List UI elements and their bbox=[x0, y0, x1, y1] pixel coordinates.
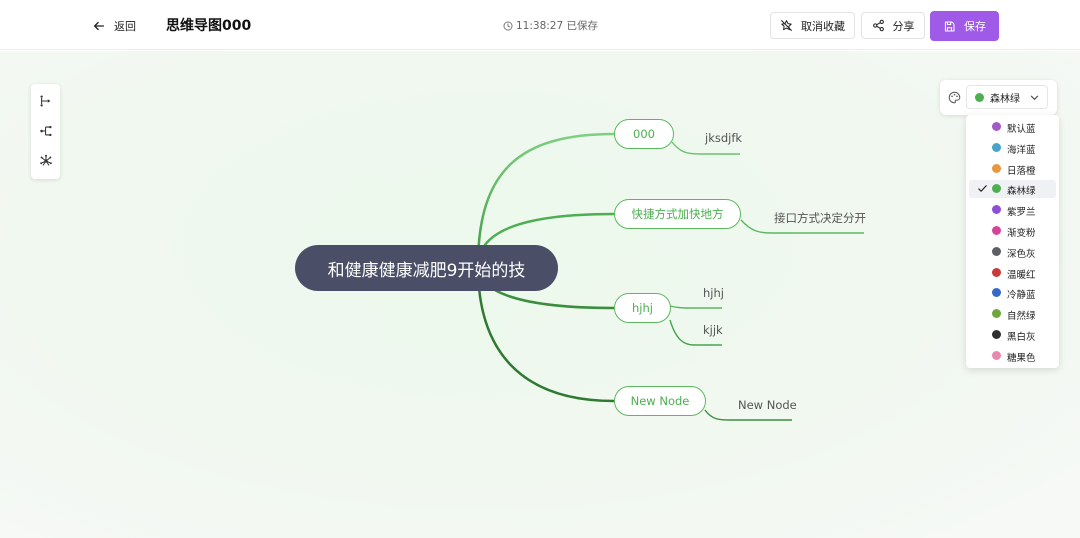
layout-radial-icon bbox=[39, 154, 52, 166]
theme-color-dot bbox=[992, 309, 1001, 319]
layout-left-button[interactable] bbox=[37, 122, 54, 139]
palette-icon bbox=[948, 91, 961, 104]
theme-option-8[interactable]: 冷静蓝 bbox=[969, 284, 1056, 302]
theme-option-6[interactable]: 深色灰 bbox=[969, 243, 1056, 261]
theme-color-dot bbox=[992, 267, 1001, 277]
theme-option-label: 日落橙 bbox=[1007, 165, 1036, 177]
branch-node-4[interactable]: New Node bbox=[614, 386, 706, 416]
theme-color-dot bbox=[992, 330, 1001, 339]
theme-option-4[interactable]: 紫罗兰 bbox=[969, 201, 1056, 219]
theme-option-label: 黑白灰 bbox=[1007, 332, 1036, 343]
root-node[interactable]: 和健康健康减肥9开始的技 bbox=[295, 245, 558, 291]
theme-color-dot bbox=[992, 163, 1001, 173]
leaf-node-2[interactable]: 接口方式决定分开 bbox=[774, 210, 866, 226]
theme-option-3[interactable]: 森林绿 bbox=[969, 180, 1056, 199]
theme-color-dot bbox=[992, 184, 1001, 194]
theme-selector: 森林绿 bbox=[940, 80, 1057, 115]
theme-options-menu: 默认蓝海洋蓝日落橙森林绿紫罗兰渐变粉深色灰温暖红冷静蓝自然绿黑白灰糖果色 bbox=[966, 115, 1059, 368]
theme-dropdown[interactable]: 森林绿 bbox=[966, 85, 1048, 109]
theme-option-2[interactable]: 日落橙 bbox=[969, 160, 1056, 178]
check-icon bbox=[978, 185, 987, 193]
theme-option-7[interactable]: 温暖红 bbox=[969, 264, 1056, 282]
layout-toolbar bbox=[31, 84, 60, 179]
theme-option-label: 温暖红 bbox=[1007, 269, 1036, 281]
theme-color-dot bbox=[975, 92, 984, 102]
theme-color-dot bbox=[992, 288, 1001, 298]
theme-color-dot bbox=[992, 246, 1001, 256]
theme-option-label: 自然绿 bbox=[1007, 311, 1036, 323]
theme-color-dot bbox=[992, 122, 1001, 131]
theme-color-dot bbox=[992, 350, 1001, 360]
theme-option-10[interactable]: 黑白灰 bbox=[969, 326, 1056, 344]
leaf-node-4[interactable]: kjjk bbox=[703, 323, 723, 337]
theme-option-label: 森林绿 bbox=[1007, 186, 1036, 198]
theme-option-11[interactable]: 糖果色 bbox=[969, 347, 1056, 365]
chevron-down-icon bbox=[1030, 95, 1039, 101]
theme-option-label: 紫罗兰 bbox=[1007, 207, 1036, 219]
theme-option-5[interactable]: 渐变粉 bbox=[969, 222, 1056, 240]
theme-color-dot bbox=[992, 226, 1001, 235]
theme-option-label: 渐变粉 bbox=[1007, 228, 1036, 239]
theme-option-9[interactable]: 自然绿 bbox=[969, 305, 1056, 323]
theme-option-label: 默认蓝 bbox=[1007, 124, 1036, 135]
theme-option-1[interactable]: 海洋蓝 bbox=[969, 139, 1056, 157]
leaf-node-5[interactable]: New Node bbox=[738, 398, 797, 412]
theme-option-label: 深色灰 bbox=[1007, 248, 1036, 260]
theme-option-label: 冷静蓝 bbox=[1007, 290, 1036, 302]
layout-radial-button[interactable] bbox=[37, 152, 54, 169]
theme-option-0[interactable]: 默认蓝 bbox=[969, 118, 1056, 136]
theme-option-label: 海洋蓝 bbox=[1007, 144, 1036, 156]
branch-node-1[interactable]: 000 bbox=[614, 119, 674, 149]
leaf-line-3 bbox=[669, 305, 722, 309]
layout-right-icon bbox=[39, 94, 50, 107]
theme-option-label: 糖果色 bbox=[1007, 352, 1036, 364]
branch-node-3[interactable]: hjhj bbox=[614, 293, 671, 323]
layout-left-icon bbox=[39, 125, 52, 136]
theme-color-dot bbox=[992, 205, 1001, 215]
branch-node-2[interactable]: 快捷方式加快地方 bbox=[614, 199, 741, 229]
leaf-node-1[interactable]: jksdjfk bbox=[705, 131, 742, 145]
layout-right-button[interactable] bbox=[37, 92, 54, 109]
theme-color-dot bbox=[992, 142, 1001, 152]
leaf-node-3[interactable]: hjhj bbox=[703, 286, 724, 300]
theme-selected-label: 森林绿 bbox=[990, 93, 1020, 105]
